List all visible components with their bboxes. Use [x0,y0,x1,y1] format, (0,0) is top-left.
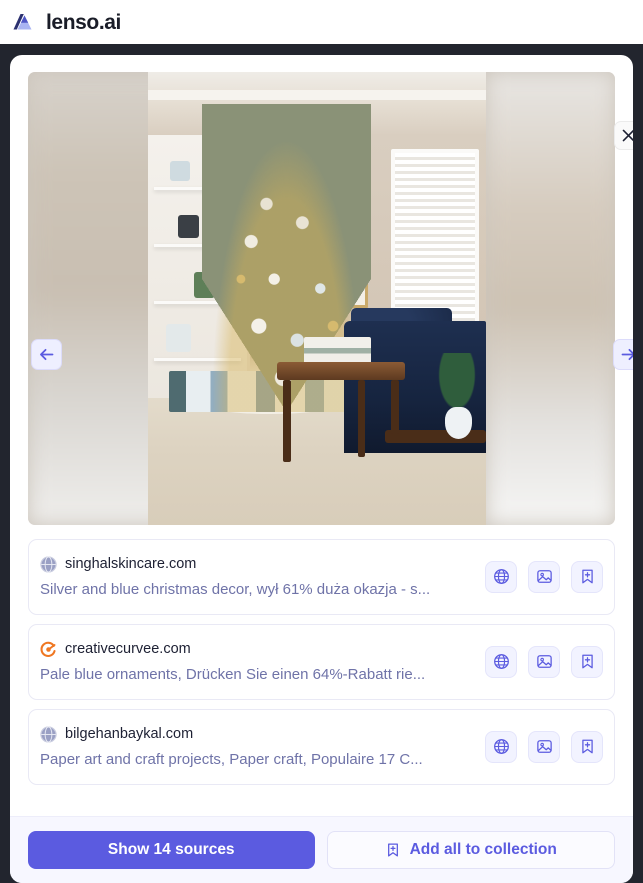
open-website-button[interactable] [485,730,517,763]
list-item[interactable]: singhalskincare.com Silver and blue chri… [28,539,615,615]
image-icon [536,740,552,753]
arrow-left-icon [40,348,54,361]
add-all-label: Add all to collection [409,841,557,858]
open-image-button[interactable] [528,560,560,593]
source-header: creativecurvee.com [40,641,485,658]
list-item[interactable]: creativecurvee.com Pale blue ornaments, … [28,624,615,700]
globe-favicon [40,725,57,743]
next-image-button[interactable] [613,339,633,370]
app-header: lenso.ai [0,0,643,44]
photo-books [303,337,372,365]
globe-icon [493,654,509,669]
image-viewer[interactable] [28,72,615,525]
swirl-favicon [40,641,57,657]
source-actions [485,645,603,678]
add-all-to-collection-button[interactable]: Add all to collection [326,831,615,869]
source-header: bilgehanbaykal.com [40,725,485,743]
previous-image-button[interactable] [31,339,62,370]
globe-icon [493,569,509,584]
close-icon[interactable] [614,121,633,150]
arrow-right-icon [621,348,633,361]
source-header: singhalskincare.com [40,555,485,573]
modal-backdrop[interactable]: singhalskincare.com Silver and blue chri… [0,44,643,883]
main-image[interactable] [148,72,486,525]
photo-table-leg [391,380,399,435]
image-icon [536,655,552,668]
source-title: Paper art and craft projects, Paper craf… [40,750,423,768]
bookmark-plus-icon [581,739,593,754]
photo-table-leg [357,380,365,458]
open-website-button[interactable] [485,560,517,593]
photo-crown-molding [148,90,486,101]
source-domain[interactable]: bilgehanbaykal.com [65,726,193,742]
source-actions [485,730,603,763]
blurred-right-backdrop [485,72,615,525]
open-image-button[interactable] [528,645,560,678]
show-sources-button[interactable]: Show 14 sources [28,831,315,869]
add-to-collection-button[interactable] [571,730,603,763]
add-to-collection-button[interactable] [571,560,603,593]
source-title: Silver and blue christmas decor, wył 61%… [40,580,431,598]
source-list: singhalskincare.com Silver and blue chri… [10,525,633,785]
open-image-button[interactable] [528,730,560,763]
source-actions [485,560,603,593]
bookmark-plus-icon [581,569,593,584]
open-website-button[interactable] [485,645,517,678]
brand-name[interactable]: lenso.ai [46,12,121,33]
bookmark-plus-icon [387,843,398,857]
source-info: singhalskincare.com Silver and blue chri… [40,555,485,598]
card-footer: Show 14 sources Add all to collection [10,816,633,883]
photo-table-leg [283,380,291,462]
image-icon [536,570,552,583]
close-glyph [622,129,633,142]
add-to-collection-button[interactable] [571,645,603,678]
photo-coffee-table [276,361,405,381]
source-info: bilgehanbaykal.com Paper art and craft p… [40,725,485,768]
photo-side-table [384,429,486,444]
list-item[interactable]: bilgehanbaykal.com Paper art and craft p… [28,709,615,785]
bookmark-plus-icon [581,654,593,669]
source-domain[interactable]: creativecurvee.com [65,641,191,657]
lenso-logo-icon[interactable] [11,9,37,35]
source-title: Pale blue ornaments, Drücken Sie einen 6… [40,665,426,683]
source-domain[interactable]: singhalskincare.com [65,556,196,572]
image-detail-card: singhalskincare.com Silver and blue chri… [10,55,633,883]
source-info: creativecurvee.com Pale blue ornaments, … [40,641,485,683]
globe-favicon [40,555,57,573]
globe-icon [493,739,509,754]
